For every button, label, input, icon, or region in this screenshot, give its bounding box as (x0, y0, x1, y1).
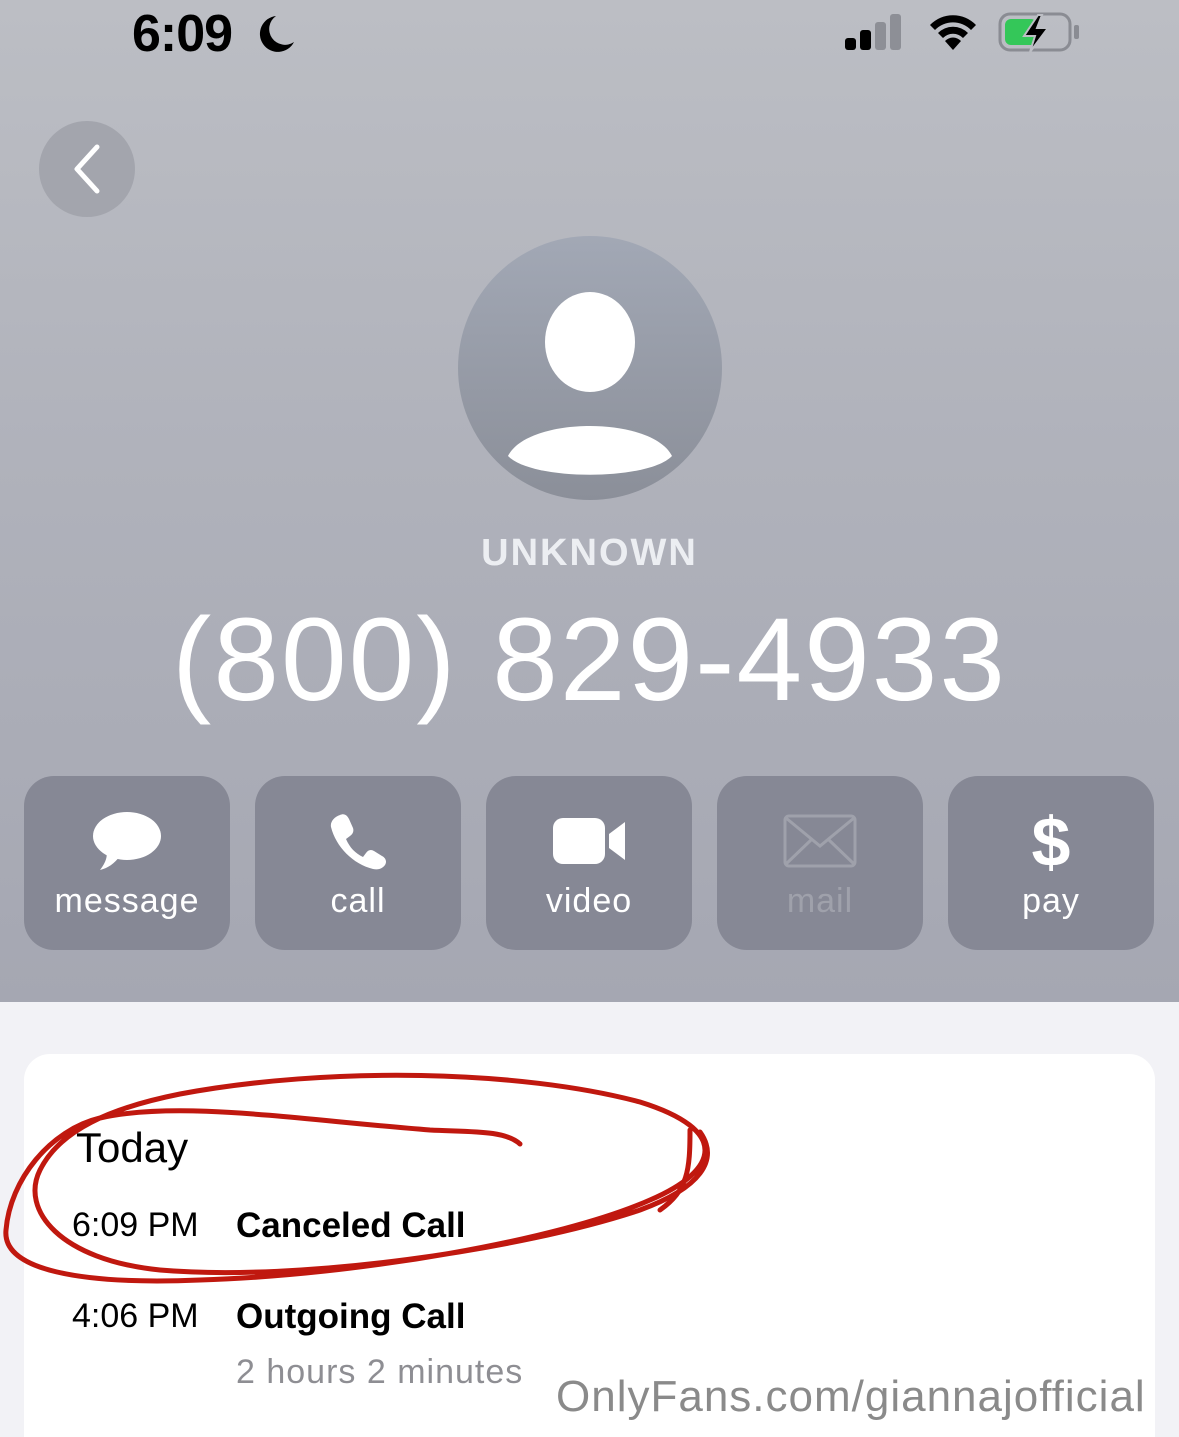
cellular-signal-icon (845, 14, 901, 50)
status-bar: 6:09 (0, 0, 1179, 70)
chevron-left-icon (74, 144, 100, 194)
phone-number: (800) 829-4933 (172, 594, 1007, 726)
pay-label: pay (1022, 882, 1080, 920)
back-button[interactable] (39, 121, 135, 217)
status-time: 6:09 (132, 5, 233, 63)
video-camera-icon (553, 818, 625, 864)
message-label: message (54, 882, 200, 920)
caller-label: UNKNOWN (481, 532, 698, 574)
contact-header: 6:09 UNKNOWN (800) 829-4933 message call… (0, 0, 1179, 1002)
mail-label: mail (786, 882, 854, 920)
message-bubble-icon (93, 812, 161, 870)
dollar-icon: $ (1032, 808, 1071, 874)
wifi-icon (930, 15, 976, 50)
battery-charging-icon (998, 12, 1079, 53)
call-label: call (330, 882, 386, 920)
moon-icon (259, 16, 294, 52)
svg-text:$: $ (1032, 808, 1071, 874)
call-button[interactable]: call (255, 776, 461, 950)
video-button[interactable]: video (486, 776, 692, 950)
quick-actions: message call video mail $ pay (24, 776, 1155, 950)
envelope-icon (783, 814, 857, 868)
watermark: OnlyFans.com/giannajofficial (556, 1372, 1146, 1421)
call-type: Canceled Call (236, 1206, 466, 1245)
call-time: 4:06 PM (72, 1297, 199, 1335)
contact-avatar (458, 236, 722, 500)
call-type: Outgoing Call (236, 1297, 466, 1336)
call-time: 6:09 PM (72, 1206, 199, 1244)
pay-button[interactable]: $ pay (948, 776, 1154, 950)
mail-button[interactable]: mail (717, 776, 923, 950)
video-label: video (545, 882, 633, 920)
history-day-heading: Today (76, 1124, 189, 1171)
phone-icon (330, 814, 386, 870)
message-button[interactable]: message (24, 776, 230, 950)
call-duration: 2 hours 2 minutes (236, 1353, 524, 1391)
person-placeholder-icon (508, 292, 672, 475)
